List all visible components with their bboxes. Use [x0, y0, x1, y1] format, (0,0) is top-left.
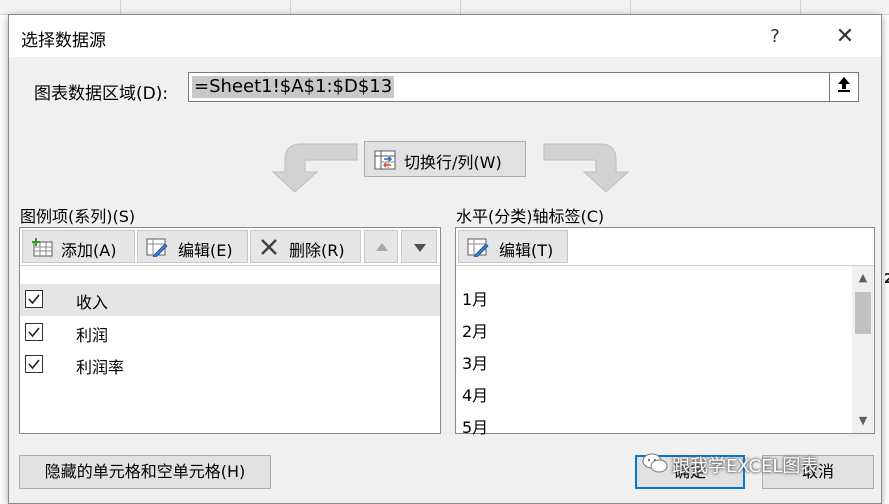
add-series-label: 添加(A) — [61, 241, 117, 260]
category-item: 3月 — [462, 354, 489, 373]
hidden-empty-cells-button[interactable]: 隐藏的单元格和空单元格(H) — [19, 455, 271, 489]
scroll-up-arrow-icon[interactable]: ▲ — [852, 268, 874, 288]
edit-axis-labels-button[interactable]: 编辑(T) — [458, 230, 568, 263]
series-row-profit[interactable]: 利润 — [20, 317, 440, 349]
switch-row-column-icon — [374, 150, 396, 170]
title-bar: 选择数据源 ? ✕ — [9, 15, 881, 57]
curved-arrow-right-icon — [543, 143, 630, 193]
collapse-arrow-icon — [838, 77, 850, 92]
wechat-logo-icon — [642, 453, 668, 473]
edit-series-button[interactable]: 编辑(E) — [137, 230, 248, 263]
category-item: 5月 — [462, 418, 489, 437]
scroll-thumb[interactable] — [855, 292, 871, 334]
toolbar-divider — [456, 265, 874, 266]
series-checkbox[interactable] — [25, 323, 43, 341]
edit-axis-labels-label: 编辑(T) — [499, 241, 554, 260]
move-down-button[interactable] — [401, 230, 437, 263]
background-chart-fragment: 2 — [884, 272, 889, 287]
axis-labels-panel: 编辑(T) 1月 2月 3月 4月 5月 ▲ ▼ — [455, 227, 875, 437]
gridline — [630, 0, 631, 14]
triangle-up-icon — [376, 243, 388, 251]
collapse-dialog-button[interactable] — [829, 72, 859, 102]
gridline — [120, 0, 121, 14]
series-name: 利润 — [76, 326, 109, 345]
checkmark-icon — [28, 294, 40, 305]
series-checkbox[interactable] — [25, 355, 43, 373]
edit-table-icon — [146, 238, 168, 257]
category-scrollbar[interactable]: ▲ ▼ — [852, 266, 874, 433]
worksheet-header-strip — [0, 0, 889, 15]
delete-x-icon — [261, 239, 277, 255]
help-button[interactable]: ? — [755, 23, 795, 51]
toolbar-divider — [20, 265, 440, 266]
switch-row-column-button[interactable]: 切换行/列(W) — [364, 141, 526, 177]
chart-data-range-label: 图表数据区域(D): — [34, 84, 169, 104]
delete-series-label: 删除(R) — [289, 241, 345, 260]
series-row-profit-rate[interactable]: 利润率 — [20, 349, 440, 381]
category-item: 4月 — [462, 386, 489, 405]
edit-series-label: 编辑(E) — [178, 241, 233, 260]
move-up-button[interactable] — [364, 230, 398, 263]
category-item: 2月 — [462, 322, 489, 341]
legend-entries-label: 图例项(系列)(S) — [20, 207, 136, 226]
edit-table-icon — [467, 238, 489, 257]
chart-data-range-value: =Sheet1!$A$1:$D$13 — [192, 76, 395, 98]
triangle-down-icon — [414, 244, 426, 252]
add-table-icon — [32, 238, 53, 257]
series-name: 利润率 — [76, 358, 125, 377]
switch-row-column-label: 切换行/列(W) — [404, 153, 502, 172]
gridline — [460, 0, 461, 14]
watermark-text: 跟我学EXCEL图表 — [672, 456, 819, 477]
checkmark-icon — [28, 327, 40, 338]
delete-series-button[interactable]: 删除(R) — [250, 230, 361, 263]
checkmark-icon — [28, 359, 40, 370]
chart-data-range-input[interactable]: =Sheet1!$A$1:$D$13 — [188, 72, 830, 102]
gridline — [290, 0, 291, 14]
series-row-income[interactable]: 收入 — [20, 284, 440, 316]
scroll-down-arrow-icon[interactable]: ▼ — [852, 411, 874, 431]
category-item: 1月 — [462, 290, 489, 309]
series-name: 收入 — [76, 293, 109, 312]
axis-labels-label: 水平(分类)轴标签(C) — [456, 207, 605, 226]
series-checkbox[interactable] — [25, 290, 43, 308]
dialog-title: 选择数据源 — [21, 31, 106, 51]
add-series-button[interactable]: 添加(A) — [22, 230, 135, 263]
legend-entries-panel: 添加(A) 编辑(E) 删除(R) 收入 利润 利润率 — [19, 227, 441, 434]
select-data-source-dialog: 选择数据源 ? ✕ 图表数据区域(D): =Sheet1!$A$1:$D$13 … — [8, 14, 882, 504]
curved-arrow-left-icon — [271, 143, 358, 193]
gridline — [800, 0, 801, 14]
close-button[interactable]: ✕ — [825, 23, 865, 51]
